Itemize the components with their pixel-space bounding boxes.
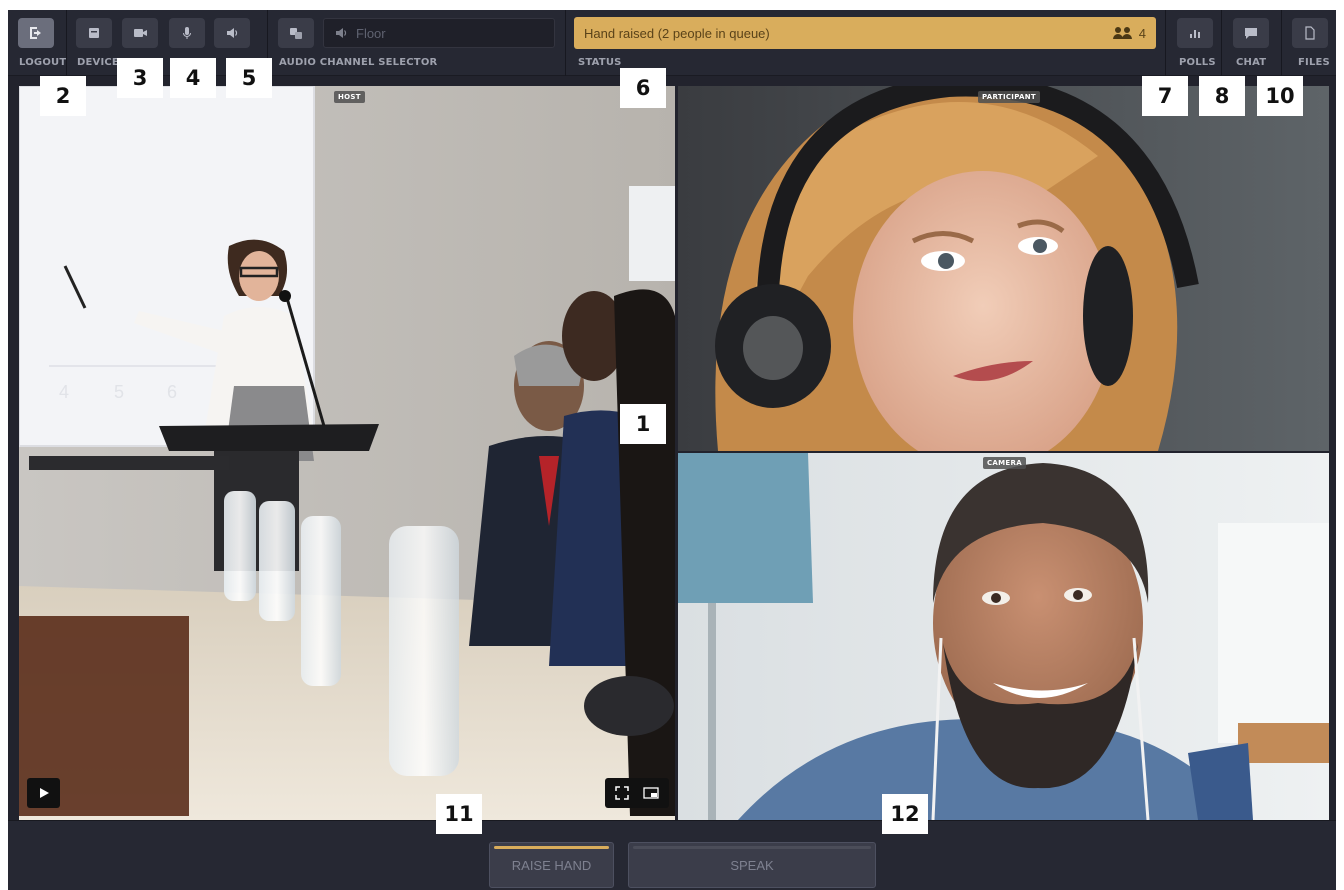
callout-marker: 11 (436, 794, 482, 834)
participant-video[interactable]: PARTICIPANT (678, 86, 1329, 451)
status-bar: Hand raised (2 people in queue) 4 (574, 17, 1156, 49)
picture-in-picture-icon[interactable] (643, 787, 659, 799)
host-tag: HOST (334, 91, 365, 103)
callout-marker: 5 (226, 58, 272, 98)
callout-marker: 1 (620, 404, 666, 444)
logout-icon (30, 27, 41, 39)
speak-label: SPEAK (730, 857, 774, 873)
queue-indicator: 4 (1112, 25, 1146, 41)
raise-hand-button[interactable]: RAISE HAND (489, 842, 614, 888)
callout-marker: 10 (1257, 76, 1303, 116)
conference-app: LOGOUT DEVICE S Floor AUDIO CHANNEL SELE… (8, 10, 1336, 890)
camera-toggle-button[interactable] (122, 18, 158, 48)
polls-button[interactable] (1177, 18, 1213, 48)
play-icon (39, 788, 49, 798)
callout-marker: 4 (170, 58, 216, 98)
host-video-image: 4 5 6 (19, 86, 675, 820)
speaker-icon (227, 28, 238, 38)
chat-icon (1245, 28, 1257, 39)
status-text: Hand raised (2 people in queue) (584, 25, 770, 41)
camera-icon (134, 29, 147, 37)
audio-channel-select[interactable]: Floor (323, 18, 555, 48)
files-button[interactable] (1292, 18, 1328, 48)
camera-video[interactable]: CAMERA (678, 453, 1329, 820)
participant-video-image (678, 86, 1329, 451)
speaker-toggle-button[interactable] (214, 18, 250, 48)
files-label: FILES (1298, 57, 1330, 68)
chat-label: CHAT (1236, 57, 1267, 68)
speaker-icon (336, 28, 347, 38)
participant-tag: PARTICIPANT (978, 91, 1040, 103)
bottom-toolbar: RAISE HAND SPEAK (8, 820, 1336, 890)
fullscreen-icon[interactable] (615, 786, 629, 800)
play-button[interactable] (27, 778, 60, 808)
camera-video-image (678, 453, 1329, 820)
raise-hand-label: RAISE HAND (511, 857, 592, 873)
chat-button[interactable] (1233, 18, 1269, 48)
queue-count: 4 (1138, 25, 1146, 41)
callout-marker: 8 (1199, 76, 1245, 116)
translate-icon (290, 28, 302, 39)
speak-button[interactable]: SPEAK (628, 842, 876, 888)
slide-number: 5 (114, 382, 124, 402)
raise-hand-active-indicator (494, 846, 609, 849)
callout-marker: 6 (620, 68, 666, 108)
file-icon (1305, 26, 1315, 40)
audio-channel-label: AUDIO CHANNEL SELECTOR (279, 57, 438, 68)
people-icon (1112, 27, 1132, 39)
polls-icon (1190, 30, 1200, 38)
translate-button[interactable] (278, 18, 314, 48)
host-video[interactable]: 4 5 6 HOST (19, 86, 675, 820)
camera-tag: CAMERA (983, 457, 1026, 469)
slide-number: 6 (167, 382, 177, 402)
channel-value: Floor (356, 25, 386, 41)
callout-marker: 3 (117, 58, 163, 98)
video-controls-group (605, 778, 669, 808)
callout-marker: 7 (1142, 76, 1188, 116)
microphone-toggle-button[interactable] (169, 18, 205, 48)
polls-label: POLLS (1179, 57, 1216, 68)
callout-marker: 2 (40, 76, 86, 116)
slide-number: 4 (59, 382, 69, 402)
logout-button[interactable] (18, 18, 54, 48)
status-label: STATUS (578, 57, 622, 68)
device-settings-button[interactable] (76, 18, 112, 48)
callout-marker: 12 (882, 794, 928, 834)
device-icon (89, 28, 99, 38)
microphone-icon (182, 27, 192, 39)
speak-indicator (633, 846, 871, 849)
logout-label: LOGOUT (19, 57, 67, 68)
